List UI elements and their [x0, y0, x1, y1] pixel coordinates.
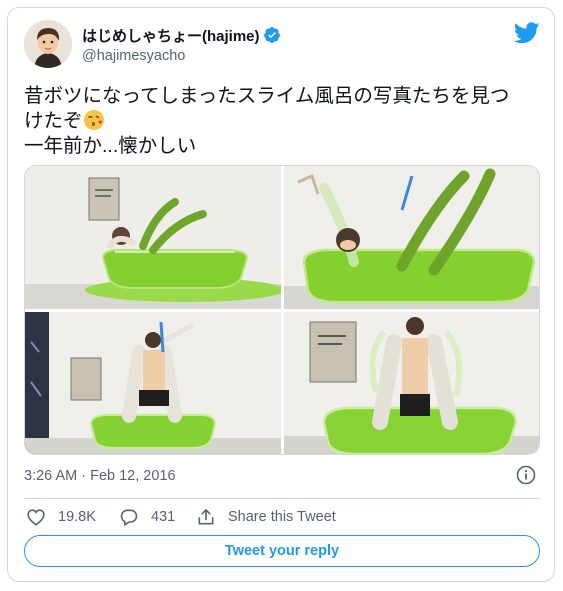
media-photo-4[interactable]: [284, 312, 539, 454]
media-photo-3[interactable]: [25, 312, 281, 454]
face-blowing-kiss-emoji: [83, 109, 105, 131]
tweet-text: 昔ボツになってしまったスライム風呂の写真たちを見つ けたぞ一年前か...懐かしい: [24, 84, 540, 159]
tweet-meta: 3:26 AM · Feb 12, 2016: [24, 465, 540, 489]
user-names: はじめしゃちょー(hajime) @hajimesyacho: [82, 25, 281, 64]
like-button[interactable]: 19.8K: [26, 505, 96, 529]
verified-badge-icon: [263, 26, 281, 44]
share-button[interactable]: Share this Tweet: [196, 505, 336, 529]
tweet-text-line3: 一年前か...懐かしい: [24, 135, 197, 157]
tweet-header: はじめしゃちょー(hajime) @hajimesyacho: [24, 20, 540, 70]
media-photo-1[interactable]: [25, 166, 281, 309]
tweet-your-reply-button[interactable]: Tweet your reply: [24, 535, 540, 567]
twitter-bird-icon[interactable]: [513, 22, 540, 44]
share-label: Share this Tweet: [228, 509, 336, 525]
tweet-timestamp[interactable]: 3:26 AM · Feb 12, 2016: [24, 468, 176, 484]
like-count: 19.8K: [58, 509, 96, 525]
reply-bubble-icon: [120, 509, 138, 526]
avatar[interactable]: [24, 20, 72, 68]
user-handle[interactable]: @hajimesyacho: [82, 48, 281, 64]
media-photo-2[interactable]: [284, 166, 539, 309]
tweet-actions: 19.8K 431 Share this Tweet: [24, 505, 540, 529]
reply-button-label: Tweet your reply: [224, 543, 340, 559]
heart-icon: [27, 509, 45, 526]
tweet-text-line1: 昔ボツになってしまったスライム風呂の写真たちを見つ: [24, 85, 510, 107]
tweet-card[interactable]: はじめしゃちょー(hajime) @hajimesyacho 昔ボツになってしま…: [7, 7, 555, 582]
media-grid: [24, 165, 540, 455]
info-icon[interactable]: [516, 465, 536, 485]
reply-button[interactable]: 431: [119, 505, 175, 529]
reply-count: 431: [151, 509, 176, 525]
share-icon: [198, 509, 214, 525]
display-name[interactable]: はじめしゃちょー(hajime): [82, 25, 260, 46]
tweet-text-line2: けたぞ: [24, 110, 83, 132]
divider: [24, 498, 540, 499]
